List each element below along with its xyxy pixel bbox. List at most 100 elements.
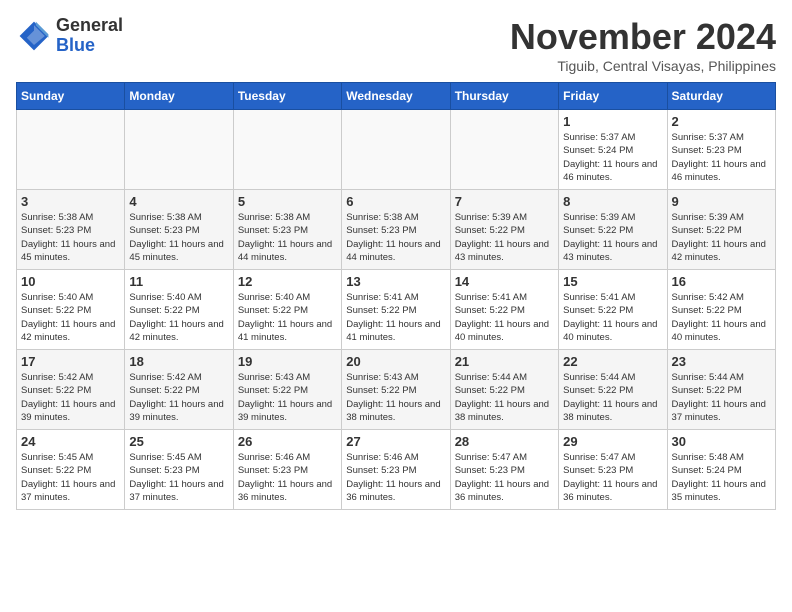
header-monday: Monday (125, 83, 233, 110)
day-info: Sunrise: 5:43 AM Sunset: 5:22 PM Dayligh… (238, 371, 337, 424)
day-number: 25 (129, 434, 228, 449)
day-cell: 11 Sunrise: 5:40 AM Sunset: 5:22 PM Dayli… (125, 270, 233, 350)
day-number: 6 (346, 194, 445, 209)
day-cell: 2 Sunrise: 5:37 AM Sunset: 5:23 PM Daylig… (667, 110, 775, 190)
day-info: Sunrise: 5:42 AM Sunset: 5:22 PM Dayligh… (129, 371, 228, 424)
day-info: Sunrise: 5:40 AM Sunset: 5:22 PM Dayligh… (21, 291, 120, 344)
day-number: 3 (21, 194, 120, 209)
calendar-table: SundayMondayTuesdayWednesdayThursdayFrid… (16, 82, 776, 510)
calendar-body: 1 Sunrise: 5:37 AM Sunset: 5:24 PM Daylig… (17, 110, 776, 510)
day-info: Sunrise: 5:47 AM Sunset: 5:23 PM Dayligh… (563, 451, 662, 504)
day-number: 24 (21, 434, 120, 449)
week-row-1: 1 Sunrise: 5:37 AM Sunset: 5:24 PM Daylig… (17, 110, 776, 190)
day-info: Sunrise: 5:45 AM Sunset: 5:22 PM Dayligh… (21, 451, 120, 504)
day-cell (125, 110, 233, 190)
day-info: Sunrise: 5:39 AM Sunset: 5:22 PM Dayligh… (563, 211, 662, 264)
day-cell: 20 Sunrise: 5:43 AM Sunset: 5:22 PM Dayli… (342, 350, 450, 430)
header-row: SundayMondayTuesdayWednesdayThursdayFrid… (17, 83, 776, 110)
title-block: November 2024 Tiguib, Central Visayas, P… (510, 16, 776, 74)
week-row-5: 24 Sunrise: 5:45 AM Sunset: 5:22 PM Dayli… (17, 430, 776, 510)
day-number: 29 (563, 434, 662, 449)
day-info: Sunrise: 5:46 AM Sunset: 5:23 PM Dayligh… (238, 451, 337, 504)
day-cell: 16 Sunrise: 5:42 AM Sunset: 5:22 PM Dayli… (667, 270, 775, 350)
day-cell: 19Sunrise: 5:43 AM Sunset: 5:22 PM Dayli… (233, 350, 341, 430)
calendar-header: SundayMondayTuesdayWednesdayThursdayFrid… (17, 83, 776, 110)
day-info: Sunrise: 5:43 AM Sunset: 5:22 PM Dayligh… (346, 371, 445, 424)
day-info: Sunrise: 5:38 AM Sunset: 5:23 PM Dayligh… (21, 211, 120, 264)
day-number: 7 (455, 194, 554, 209)
day-number: 1 (563, 114, 662, 129)
day-number: 14 (455, 274, 554, 289)
day-number: 2 (672, 114, 771, 129)
day-cell: 7Sunrise: 5:39 AM Sunset: 5:22 PM Daylig… (450, 190, 558, 270)
day-cell (233, 110, 341, 190)
day-cell: 25 Sunrise: 5:45 AM Sunset: 5:23 PM Dayli… (125, 430, 233, 510)
week-row-4: 17 Sunrise: 5:42 AM Sunset: 5:22 PM Dayli… (17, 350, 776, 430)
day-number: 26 (238, 434, 337, 449)
page-header: General Blue November 2024 Tiguib, Centr… (16, 16, 776, 74)
day-cell: 1 Sunrise: 5:37 AM Sunset: 5:24 PM Daylig… (559, 110, 667, 190)
day-cell: 22 Sunrise: 5:44 AM Sunset: 5:22 PM Dayli… (559, 350, 667, 430)
day-number: 13 (346, 274, 445, 289)
day-number: 5 (238, 194, 337, 209)
day-cell (17, 110, 125, 190)
header-sunday: Sunday (17, 83, 125, 110)
day-number: 23 (672, 354, 771, 369)
header-saturday: Saturday (667, 83, 775, 110)
day-cell: 9 Sunrise: 5:39 AM Sunset: 5:22 PM Daylig… (667, 190, 775, 270)
day-number: 17 (21, 354, 120, 369)
week-row-2: 3 Sunrise: 5:38 AM Sunset: 5:23 PM Daylig… (17, 190, 776, 270)
day-number: 11 (129, 274, 228, 289)
day-number: 12 (238, 274, 337, 289)
day-info: Sunrise: 5:39 AM Sunset: 5:22 PM Dayligh… (672, 211, 771, 264)
logo-text: General Blue (56, 16, 123, 56)
day-cell: 12Sunrise: 5:40 AM Sunset: 5:22 PM Dayli… (233, 270, 341, 350)
day-cell: 29 Sunrise: 5:47 AM Sunset: 5:23 PM Dayli… (559, 430, 667, 510)
day-cell: 15Sunrise: 5:41 AM Sunset: 5:22 PM Dayli… (559, 270, 667, 350)
day-number: 18 (129, 354, 228, 369)
day-number: 20 (346, 354, 445, 369)
day-cell: 24 Sunrise: 5:45 AM Sunset: 5:22 PM Dayli… (17, 430, 125, 510)
day-cell (450, 110, 558, 190)
day-number: 9 (672, 194, 771, 209)
day-cell: 21Sunrise: 5:44 AM Sunset: 5:22 PM Dayli… (450, 350, 558, 430)
logo-icon (16, 18, 52, 54)
day-number: 16 (672, 274, 771, 289)
day-number: 15 (563, 274, 662, 289)
day-cell: 17Sunrise: 5:42 AM Sunset: 5:22 PM Dayli… (17, 350, 125, 430)
day-cell: 8 Sunrise: 5:39 AM Sunset: 5:22 PM Daylig… (559, 190, 667, 270)
day-number: 21 (455, 354, 554, 369)
day-cell: 14 Sunrise: 5:41 AM Sunset: 5:22 PM Dayli… (450, 270, 558, 350)
day-number: 4 (129, 194, 228, 209)
day-cell: 23Sunrise: 5:44 AM Sunset: 5:22 PM Dayli… (667, 350, 775, 430)
day-info: Sunrise: 5:40 AM Sunset: 5:22 PM Dayligh… (129, 291, 228, 344)
day-info: Sunrise: 5:38 AM Sunset: 5:23 PM Dayligh… (238, 211, 337, 264)
day-info: Sunrise: 5:41 AM Sunset: 5:22 PM Dayligh… (455, 291, 554, 344)
day-cell: 4Sunrise: 5:38 AM Sunset: 5:23 PM Daylig… (125, 190, 233, 270)
day-info: Sunrise: 5:37 AM Sunset: 5:24 PM Dayligh… (563, 131, 662, 184)
day-cell: 6 Sunrise: 5:38 AM Sunset: 5:23 PM Daylig… (342, 190, 450, 270)
day-number: 22 (563, 354, 662, 369)
day-cell: 30Sunrise: 5:48 AM Sunset: 5:24 PM Dayli… (667, 430, 775, 510)
day-cell: 27 Sunrise: 5:46 AM Sunset: 5:23 PM Dayli… (342, 430, 450, 510)
day-info: Sunrise: 5:38 AM Sunset: 5:23 PM Dayligh… (346, 211, 445, 264)
day-number: 8 (563, 194, 662, 209)
day-info: Sunrise: 5:46 AM Sunset: 5:23 PM Dayligh… (346, 451, 445, 504)
day-info: Sunrise: 5:45 AM Sunset: 5:23 PM Dayligh… (129, 451, 228, 504)
month-title: November 2024 (510, 16, 776, 58)
day-number: 27 (346, 434, 445, 449)
day-cell: 5 Sunrise: 5:38 AM Sunset: 5:23 PM Daylig… (233, 190, 341, 270)
day-cell: 13Sunrise: 5:41 AM Sunset: 5:22 PM Dayli… (342, 270, 450, 350)
day-info: Sunrise: 5:37 AM Sunset: 5:23 PM Dayligh… (672, 131, 771, 184)
day-info: Sunrise: 5:48 AM Sunset: 5:24 PM Dayligh… (672, 451, 771, 504)
day-cell: 18 Sunrise: 5:42 AM Sunset: 5:22 PM Dayli… (125, 350, 233, 430)
header-thursday: Thursday (450, 83, 558, 110)
logo: General Blue (16, 16, 123, 56)
week-row-3: 10 Sunrise: 5:40 AM Sunset: 5:22 PM Dayli… (17, 270, 776, 350)
day-number: 28 (455, 434, 554, 449)
day-cell (342, 110, 450, 190)
day-number: 10 (21, 274, 120, 289)
day-info: Sunrise: 5:44 AM Sunset: 5:22 PM Dayligh… (563, 371, 662, 424)
day-info: Sunrise: 5:42 AM Sunset: 5:22 PM Dayligh… (672, 291, 771, 344)
day-cell: 3 Sunrise: 5:38 AM Sunset: 5:23 PM Daylig… (17, 190, 125, 270)
